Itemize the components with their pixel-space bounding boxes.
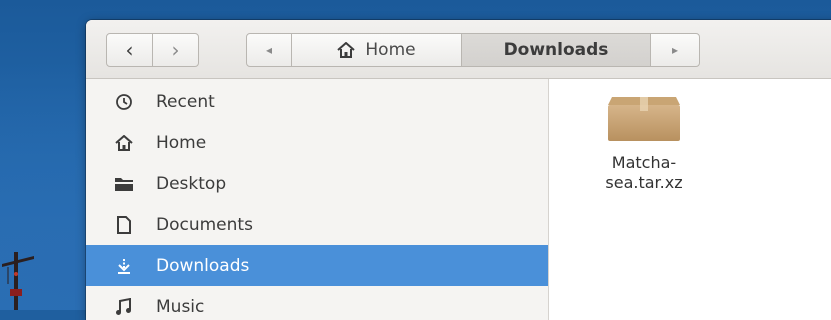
back-icon: ‹ [125, 38, 134, 62]
sidebar-item-desktop[interactable]: Desktop [86, 163, 548, 204]
file-name-line-1: Matcha- [611, 153, 677, 172]
path-scroll-left-button[interactable]: ◂ [246, 33, 292, 67]
download-icon [114, 256, 134, 276]
sidebar-item-documents[interactable]: Documents [86, 204, 548, 245]
back-button[interactable]: ‹ [106, 33, 153, 67]
sidebar-item-label: Recent [156, 91, 215, 112]
music-icon [114, 297, 134, 317]
package-icon [608, 97, 680, 141]
breadcrumb-home[interactable]: Home [291, 33, 462, 67]
folder-icon [114, 174, 134, 194]
sidebar-item-music[interactable]: Music [86, 286, 548, 320]
sidebar-item-label: Music [156, 296, 205, 317]
crane-silhouette [2, 252, 34, 310]
triangle-left-icon: ◂ [265, 43, 273, 57]
clock-icon [114, 92, 134, 112]
home-icon [337, 42, 356, 58]
triangle-right-icon: ▸ [671, 43, 679, 57]
sidebar-item-home[interactable]: Home [86, 122, 548, 163]
forward-icon: › [171, 38, 180, 62]
sidebar-item-label: Desktop [156, 173, 227, 194]
file-view: Matcha- sea.tar.xz [549, 79, 831, 320]
sidebar-item-label: Documents [156, 214, 253, 235]
sidebar-item-downloads[interactable]: Downloads [86, 245, 548, 286]
file-item[interactable]: Matcha- sea.tar.xz [579, 91, 709, 193]
path-scroll-right-button[interactable]: ▸ [650, 33, 700, 67]
breadcrumb-downloads[interactable]: Downloads [461, 33, 651, 67]
sidebar: Recent Home Desktop Documents Downloads [86, 79, 549, 320]
toolbar: ‹ › ◂ Home Downloads ▸ [86, 20, 831, 79]
breadcrumb-downloads-label: Downloads [503, 40, 609, 60]
sidebar-item-recent[interactable]: Recent [86, 81, 548, 122]
sidebar-item-label: Home [156, 132, 207, 153]
file-name-line-2: sea.tar.xz [605, 173, 683, 192]
file-manager-window: ‹ › ◂ Home Downloads ▸ Recent Home Deskt… [86, 20, 831, 320]
breadcrumb-home-label: Home [365, 40, 416, 60]
document-icon [114, 215, 134, 235]
home-icon [114, 133, 134, 153]
sidebar-item-label: Downloads [156, 255, 250, 276]
forward-button[interactable]: › [152, 33, 199, 67]
